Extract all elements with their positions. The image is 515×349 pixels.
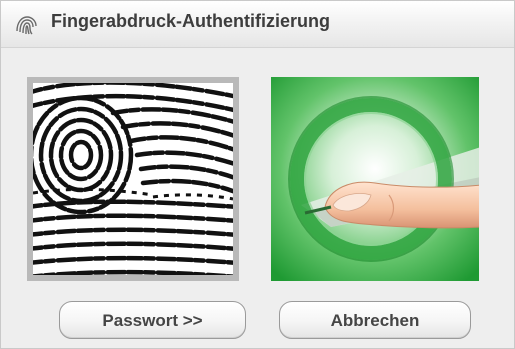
- fingerprint-icon: [16, 16, 37, 35]
- window-title: Fingerabdruck-Authentifizierung: [51, 11, 330, 31]
- password-button[interactable]: Passwort >>: [59, 301, 246, 339]
- fingerprint-image: [33, 83, 233, 275]
- fingerprint-auth-dialog: Fingerabdruck-Authentifizierung Passwort…: [0, 0, 515, 349]
- fingerprint-scan-image: [27, 77, 239, 281]
- finger-touch-sensor-image: [271, 77, 479, 281]
- finger-sensor-illustration: [271, 77, 479, 281]
- title-bar[interactable]: Fingerabdruck-Authentifizierung: [1, 1, 514, 48]
- cancel-button[interactable]: Abbrechen: [279, 301, 471, 339]
